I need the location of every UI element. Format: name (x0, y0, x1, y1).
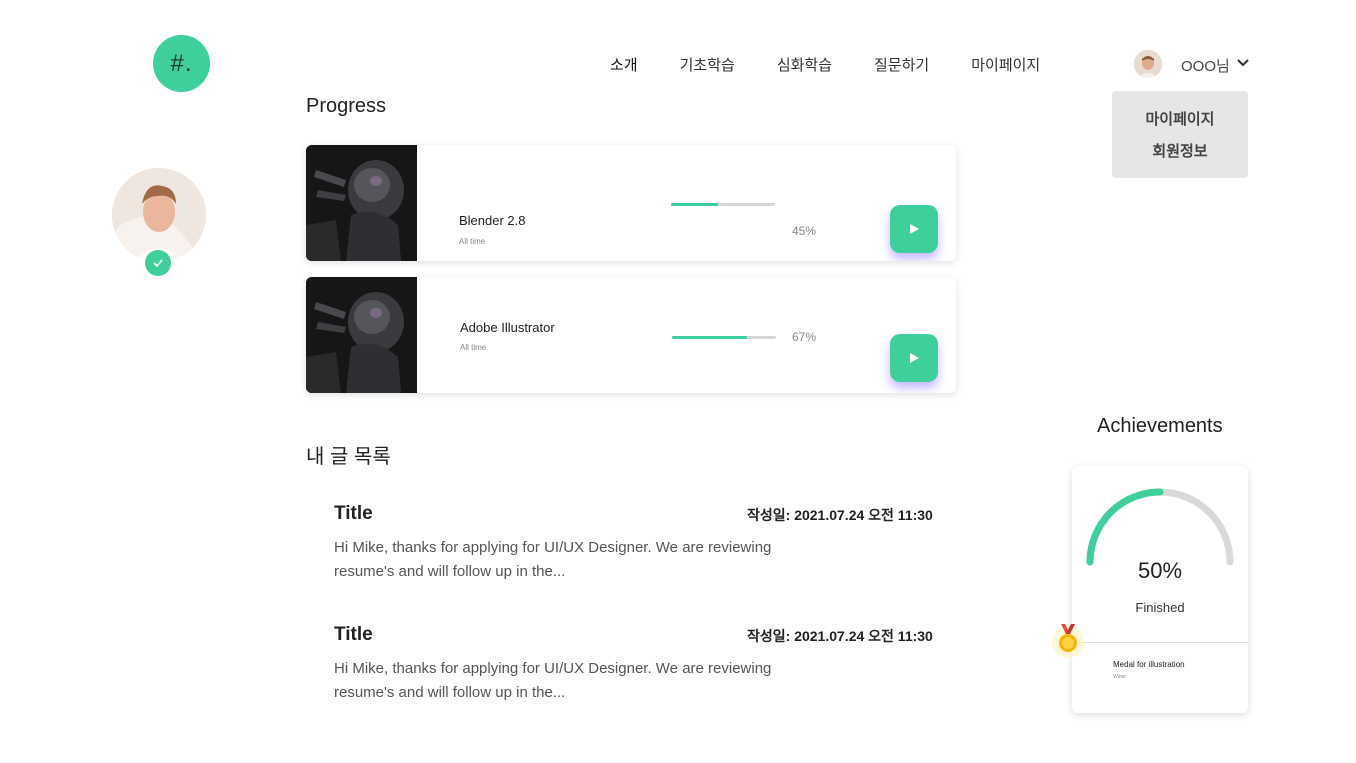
logo[interactable]: #. (153, 35, 210, 92)
progress-percent: 45% (792, 224, 817, 238)
play-icon (910, 224, 919, 234)
main-nav: 소개 기초학습 심화학습 질문하기 마이페이지 (610, 54, 1082, 75)
progress-bar (671, 203, 775, 206)
course-card: Adobe Illustrator All time 67% (306, 277, 956, 393)
chevron-down-icon[interactable] (1236, 58, 1250, 68)
play-icon (910, 353, 919, 363)
nav-item-basic[interactable]: 기초학습 (680, 54, 735, 75)
course-card: Blender 2.8 All time 45% (306, 145, 956, 261)
posts-title: 내 글 목록 (306, 446, 391, 468)
play-button[interactable] (890, 205, 938, 253)
play-button[interactable] (890, 334, 938, 382)
dropdown-item-mypage[interactable]: 마이페이지 (1145, 108, 1214, 129)
achievement-status: Finished (1135, 600, 1185, 615)
course-name: Adobe Illustrator (460, 320, 555, 335)
course-subtitle: All time (460, 343, 487, 352)
post-body: Hi Mike, thanks for applying for UI/UX D… (334, 539, 772, 580)
post-date: 작성일: 2021.07.24 오전 11:30 (747, 507, 933, 523)
nav-item-intro[interactable]: 소개 (610, 54, 638, 75)
medal-subtitle: Winer (1113, 674, 1127, 680)
nav-item-advanced[interactable]: 심화학습 (777, 54, 832, 75)
divider (1072, 642, 1248, 643)
user-avatar[interactable] (1134, 50, 1162, 78)
course-subtitle: All time (459, 237, 486, 246)
course-thumbnail (306, 277, 417, 393)
post-title[interactable]: Title (334, 624, 373, 646)
user-dropdown-menu: 마이페이지 회원정보 (1112, 91, 1248, 178)
progress-bar-fill (671, 203, 718, 206)
post-title[interactable]: Title (334, 503, 373, 525)
achievement-percent: 50% (1137, 558, 1183, 583)
progress-bar-fill (672, 336, 747, 339)
course-name: Blender 2.8 (459, 213, 526, 228)
achievements-title: Achievements (1097, 415, 1223, 437)
nav-item-questions[interactable]: 질문하기 (874, 54, 929, 75)
verified-check-icon (145, 250, 171, 276)
profile-avatar (112, 168, 206, 262)
medal-name: Medal for illustration (1113, 660, 1185, 669)
user-name[interactable]: OOO님 (1181, 55, 1230, 76)
post-date: 작성일: 2021.07.24 오전 11:30 (747, 628, 933, 644)
post-body: Hi Mike, thanks for applying for UI/UX D… (334, 660, 772, 701)
medal-icon (1052, 624, 1084, 658)
course-thumbnail (306, 145, 417, 261)
dropdown-item-member-info[interactable]: 회원정보 (1152, 140, 1207, 161)
progress-percent: 67% (792, 330, 817, 344)
progress-bar (672, 336, 776, 339)
progress-title: Progress (306, 95, 387, 117)
nav-item-mypage[interactable]: 마이페이지 (971, 54, 1040, 75)
achievement-card: 50% Finished Medal for illustration Wine… (1072, 466, 1248, 713)
